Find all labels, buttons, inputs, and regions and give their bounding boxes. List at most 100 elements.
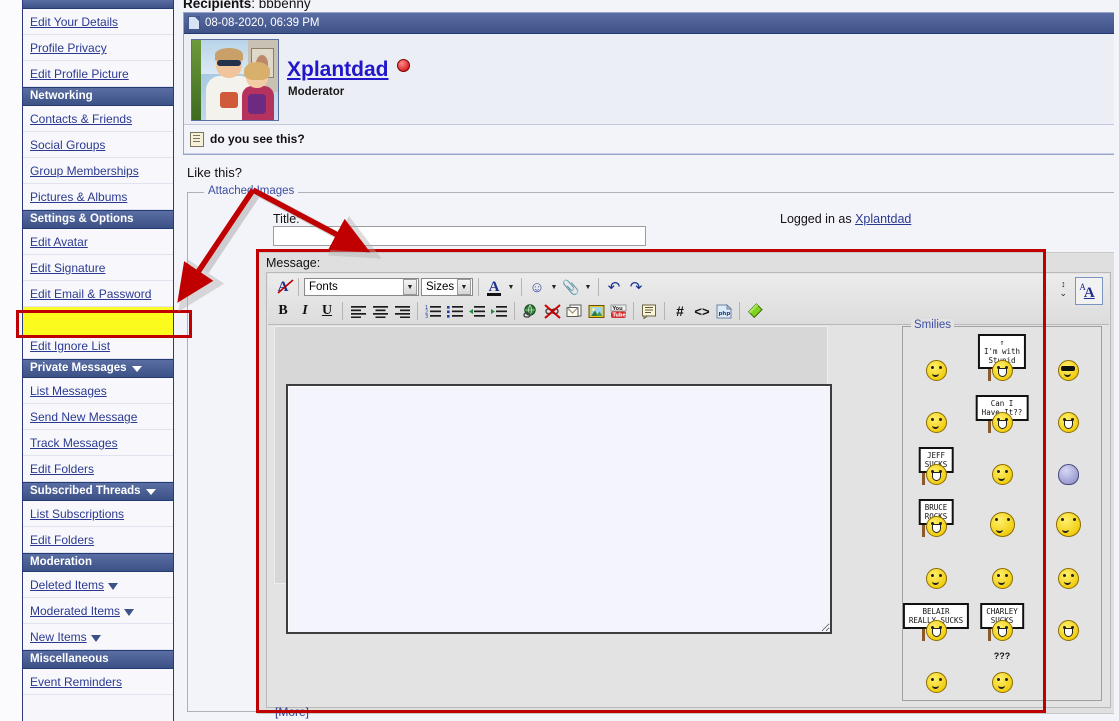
undo-icon[interactable]: ↶: [604, 277, 624, 297]
smilie-confused-question[interactable]: ???: [991, 647, 1013, 693]
font-family-select[interactable]: Fonts ▼: [304, 278, 419, 296]
insert-hash-icon[interactable]: #: [670, 301, 690, 321]
align-center-button[interactable]: [370, 301, 390, 321]
insert-video-icon[interactable]: You Tube: [608, 301, 628, 321]
font-color-icon[interactable]: A: [484, 277, 504, 297]
font-color-chevron-down-icon[interactable]: ▼: [506, 279, 516, 295]
smilie-face-shape: [991, 568, 1013, 589]
smilie-jeff-sucks[interactable]: JEFF SUCKS: [918, 439, 954, 485]
smilie-sad[interactable]: [1057, 543, 1079, 589]
smilie-charley-sucks[interactable]: CHARLEY SUCKS: [980, 595, 1024, 641]
sidebar-item-edit-ignore-list[interactable]: Edit Ignore List: [23, 333, 173, 359]
smilie-chevron-down-icon[interactable]: ▼: [549, 279, 559, 295]
smilie-wink[interactable]: [925, 647, 947, 693]
toggle-wysiwyg-button[interactable]: A A: [1075, 277, 1103, 305]
bold-button[interactable]: B: [273, 301, 293, 321]
smilie-face-shape: [925, 620, 947, 641]
sidebar-section-settings-options: Settings & Options: [23, 210, 173, 229]
increase-size-icon[interactable]: ↕: [1061, 280, 1066, 289]
editor-toolbar-row-2: B I U 123 You Tube # <> php: [273, 301, 765, 321]
sidebar-item-new-items[interactable]: New Items: [23, 624, 173, 650]
smilie-pleading[interactable]: [925, 387, 947, 433]
avatar[interactable]: [191, 39, 279, 121]
sidebar-item-edit-email-password[interactable]: Edit Email & Password: [23, 281, 173, 307]
underline-button[interactable]: U: [317, 301, 337, 321]
smilie-cool-shades[interactable]: [1057, 335, 1079, 381]
smilie-im-with-stupid[interactable]: ↑ I'm with Stupid: [977, 334, 1027, 381]
sidebar-item-edit-avatar[interactable]: Edit Avatar: [23, 229, 173, 255]
smilie-blob[interactable]: [1057, 439, 1079, 485]
sidebar-item-label: Deleted Items: [30, 578, 105, 592]
smilie-bruce-rocks[interactable]: BRUCE ROCKS: [918, 491, 954, 537]
sidebar-item-list-messages[interactable]: List Messages: [23, 378, 173, 404]
italic-button[interactable]: I: [295, 301, 315, 321]
insert-image-icon[interactable]: [586, 301, 606, 321]
editor-resize-controls[interactable]: ↕ ⌄: [1059, 280, 1067, 298]
unordered-list-button[interactable]: [445, 301, 465, 321]
sidebar-item-edit-folders[interactable]: Edit Folders: [23, 527, 173, 553]
sidebar-section-subscribed-threads[interactable]: Subscribed Threads: [23, 482, 173, 501]
sidebar-item-contacts-friends[interactable]: Contacts & Friends: [23, 106, 173, 132]
smilie-big-grin[interactable]: [1057, 387, 1079, 433]
insert-flash-icon[interactable]: [745, 301, 765, 321]
smilie-belair-really-sucks[interactable]: BELAIR REALLY SUCKS: [902, 595, 970, 641]
sidebar-section-private-messages[interactable]: Private Messages: [23, 359, 173, 378]
sidebar-item-edit-your-details[interactable]: Edit Your Details: [23, 9, 173, 35]
sidebar-item-pictures-albums[interactable]: Pictures & Albums: [23, 184, 173, 210]
align-left-button[interactable]: [348, 301, 368, 321]
attachment-icon[interactable]: 📎: [561, 277, 581, 297]
sidebar-item-deleted-items[interactable]: Deleted Items: [23, 572, 173, 598]
sidebar-item-event-reminders[interactable]: Event Reminders: [23, 669, 173, 695]
smilie-squeezed[interactable]: [989, 491, 1015, 537]
indent-button[interactable]: [489, 301, 509, 321]
smilies-more-link[interactable]: [More]: [275, 705, 309, 719]
sidebar-navigation: Edit Your Details Profile Privacy Edit Pro…: [22, 0, 174, 721]
font-size-select[interactable]: Sizes ▼: [421, 278, 473, 296]
insert-email-icon[interactable]: [564, 301, 584, 321]
sidebar-section-label: Settings & Options: [30, 213, 134, 225]
ordered-list-button[interactable]: 123: [423, 301, 443, 321]
remove-link-icon[interactable]: [542, 301, 562, 321]
redo-icon[interactable]: ↷: [626, 277, 646, 297]
sidebar-item-moderated-items[interactable]: Moderated Items: [23, 598, 173, 624]
sidebar-item-list-subscriptions[interactable]: List Subscriptions: [23, 501, 173, 527]
post-author-name: Xplantdad: [287, 58, 389, 81]
smilie-teeth[interactable]: [1057, 595, 1079, 641]
smilie-surprised[interactable]: [991, 439, 1013, 485]
smilie-confused[interactable]: [925, 335, 947, 381]
smilie-hammer[interactable]: [991, 543, 1013, 589]
sidebar-item-edit-signature[interactable]: Edit Signature: [23, 255, 173, 281]
message-textarea[interactable]: [286, 384, 832, 634]
sidebar-item-edit-profile-picture[interactable]: Edit Profile Picture: [23, 61, 173, 87]
post-author-link[interactable]: Xplantdad: [287, 58, 410, 82]
smilie-face-shape: [991, 412, 1013, 433]
insert-link-icon[interactable]: [520, 301, 540, 321]
sidebar-item-group-memberships[interactable]: Group Memberships: [23, 158, 173, 184]
smilie-can-i-have-it[interactable]: Can I Have It??: [975, 387, 1029, 433]
sidebar-item-profile-privacy[interactable]: Profile Privacy: [23, 35, 173, 61]
sidebar-item-send-new-message[interactable]: Send New Message: [23, 404, 173, 430]
align-right-button[interactable]: [392, 301, 412, 321]
post-date-bar: 08-08-2020, 06:39 PM: [184, 13, 1118, 34]
logged-in-user-link[interactable]: Xplantdad: [855, 212, 911, 226]
right-gutter: [1114, 0, 1119, 721]
remove-formatting-icon[interactable]: A: [273, 277, 294, 297]
title-input[interactable]: [273, 226, 646, 246]
sidebar-item-track-messages[interactable]: Track Messages: [23, 430, 173, 456]
outdent-button[interactable]: [467, 301, 487, 321]
smilie-cheer[interactable]: [1055, 491, 1081, 537]
insert-php-icon[interactable]: php: [714, 301, 734, 321]
post-body: Like this?: [187, 165, 242, 180]
title-label: Title:: [273, 212, 300, 226]
sidebar-item-social-groups[interactable]: Social Groups: [23, 132, 173, 158]
chevron-down-icon: [131, 365, 142, 372]
chevron-down-icon: [124, 609, 135, 616]
insert-quote-icon[interactable]: [639, 301, 659, 321]
sidebar-item-edit-folders[interactable]: Edit Folders: [23, 456, 173, 482]
sidebar-section-networking: Networking: [23, 87, 173, 106]
decrease-size-icon[interactable]: ⌄: [1059, 289, 1067, 298]
insert-code-icon[interactable]: <>: [692, 301, 712, 321]
smilie-icon[interactable]: ☺: [527, 277, 547, 297]
attachment-chevron-down-icon[interactable]: ▼: [583, 279, 593, 295]
smilie-oh[interactable]: [925, 543, 947, 589]
